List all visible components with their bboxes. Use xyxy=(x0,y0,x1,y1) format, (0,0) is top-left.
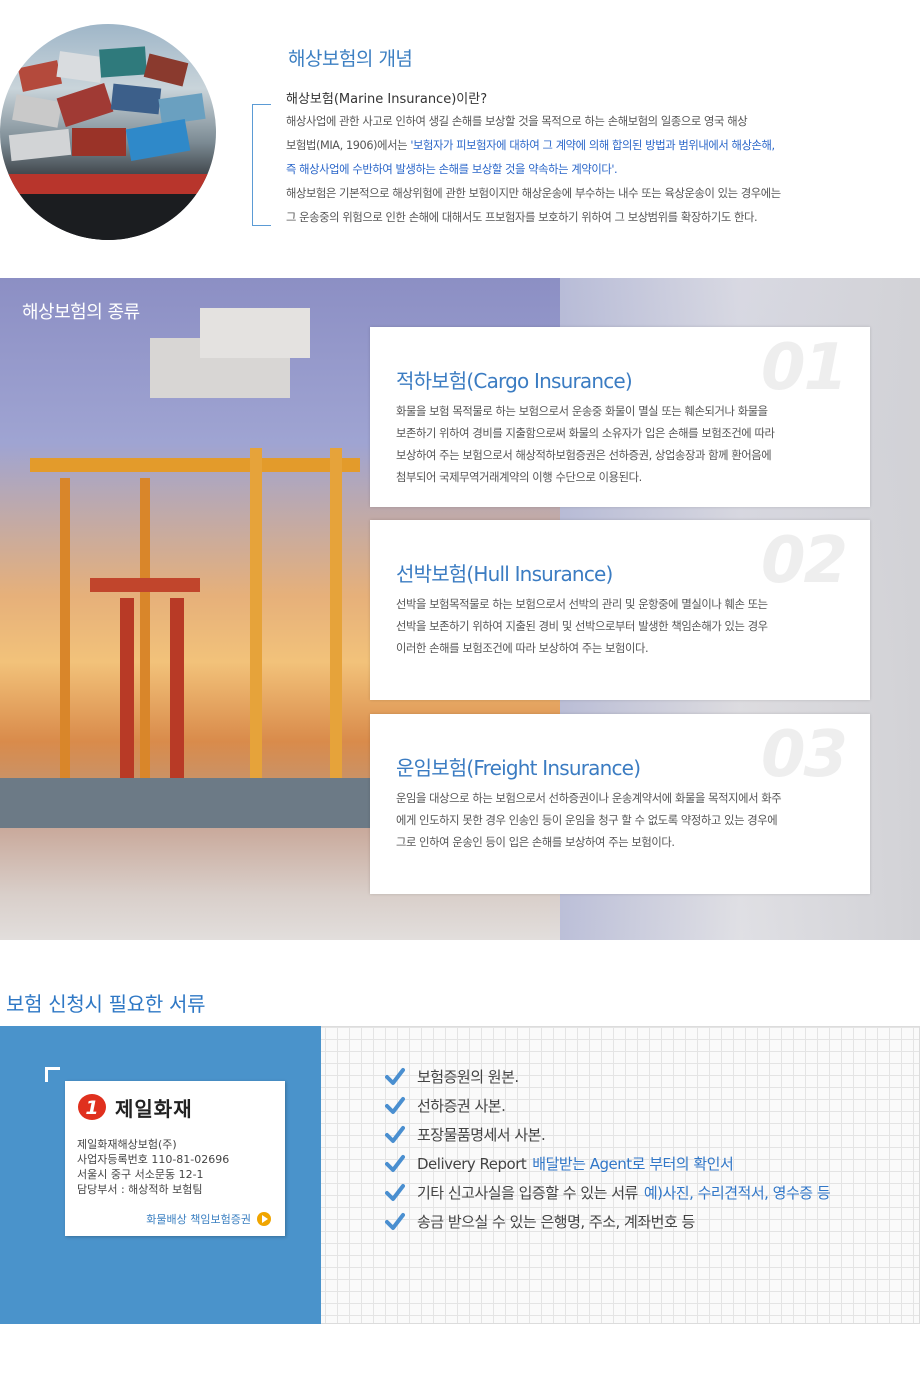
list-item: 기타 신고사실을 입증할 수 있는 서류 예)사진, 수리견적서, 영수증 등 xyxy=(385,1178,831,1207)
intro-section: 해상보험의 개념 해상보험(Marine Insurance)이란? 해상사업에… xyxy=(0,0,920,260)
card-title: 선박보험(Hull Insurance) xyxy=(396,562,613,586)
card-line: 선박을 보험목적물로 하는 보험으로서 선박의 관리 및 운항중에 멸실이나 훼… xyxy=(396,598,768,611)
list-item-text: 선하증권 사본. xyxy=(417,1097,506,1115)
card-title: 운임보험(Freight Insurance) xyxy=(396,756,641,780)
liability-certificate-label[interactable]: 화물배상 책임보험증권 xyxy=(146,1211,251,1227)
card-body: 화물을 보험 목적물로 하는 보험으로서 운송중 화물이 멸실 또는 훼손되거나… xyxy=(396,401,836,489)
intro-title: 해상보험의 개념 xyxy=(288,48,413,70)
bracket-decoration xyxy=(252,104,271,226)
company-info-line: 제일화재해상보험(주) xyxy=(77,1138,177,1151)
company-info: 제일화재해상보험(주) 사업자등록번호 110-81-02696 서울시 중구 … xyxy=(77,1137,229,1197)
card-body: 선박을 보험목적물로 하는 보험으로서 선박의 관리 및 운항중에 멸실이나 훼… xyxy=(396,594,836,660)
docs-title: 보험 신청시 필요한 서류 xyxy=(6,992,206,1016)
card-line: 운임을 대상으로 하는 보험으로서 선하증권이나 운송계약서에 화물을 목적지에… xyxy=(396,792,782,805)
list-item-note: 배달받는 Agent로 부터의 확인서 xyxy=(532,1155,734,1173)
list-item: Delivery Report 배달받는 Agent로 부터의 확인서 xyxy=(385,1149,830,1178)
checkmark-icon xyxy=(385,1096,405,1114)
card-line: 선박을 보존하기 위하여 지출된 경비 및 선박으로부터 발생한 책임손해가 있… xyxy=(396,620,768,633)
checkmark-icon xyxy=(385,1154,405,1172)
company-logo-text: 제일화재 xyxy=(115,1097,193,1121)
card-hull-insurance: 02 선박보험(Hull Insurance) 선박을 보험목적물로 하는 보험… xyxy=(370,520,870,700)
list-item: 보험증원의 원본. xyxy=(385,1062,830,1091)
intro-highlight: '보험자가 피보험자에 대하여 그 계약에 의해 합의된 방법과 범위내에서 해… xyxy=(410,139,775,152)
card-number: 02 xyxy=(760,524,848,598)
intro-line: 그 운송중의 위험으로 인한 손해에 대해서도 프보험자를 보호하기 위하여 그… xyxy=(286,211,758,224)
intro-highlight: 즉 해상사업에 수반하여 발생하는 손해를 보상할 것을 약속하는 계약이다'. xyxy=(286,163,618,176)
required-documents-list: 보험증원의 원본. 선하증권 사본. 포장물품명세서 사본. Delivery … xyxy=(385,1062,831,1236)
intro-body: 해상사업에 관한 사고로 인하여 생길 손해를 보상할 것을 목적으로 하는 손… xyxy=(286,110,856,230)
card-line: 첨부되어 국제무역거래계약의 이행 수단으로 이용된다. xyxy=(396,471,642,484)
list-item-text: 송금 받으실 수 있는 은행명, 주소, 계좌번호 등 xyxy=(417,1213,695,1231)
intro-line: 해상사업에 관한 사고로 인하여 생길 손해를 보상할 것을 목적으로 하는 손… xyxy=(286,115,748,128)
arrow-right-icon[interactable] xyxy=(257,1212,271,1226)
card-number: 01 xyxy=(760,331,848,405)
list-item-text: Delivery Report xyxy=(417,1154,527,1173)
company-info-line: 담당부서 : 해상적하 보험팀 xyxy=(77,1183,203,1196)
card-line: 이러한 손해를 보험조건에 따라 보상하여 주는 보험이다. xyxy=(396,642,649,655)
svg-text:1: 1 xyxy=(85,1097,98,1119)
list-item: 선하증권 사본. xyxy=(385,1091,830,1120)
card-line: 보존하기 위하여 경비를 지출함으로써 화물의 소유자가 입은 손해를 보험조건… xyxy=(396,427,775,440)
card-body: 운임을 대상으로 하는 보험으로서 선하증권이나 운송계약서에 화물을 목적지에… xyxy=(396,788,836,854)
card-freight-insurance: 03 운임보험(Freight Insurance) 운임을 대상으로 하는 보… xyxy=(370,714,870,894)
list-item-text: 기타 신고사실을 입증할 수 있는 서류 xyxy=(417,1184,638,1202)
company-info-line: 서울시 중구 서소문동 12-1 xyxy=(77,1168,204,1181)
list-item: 포장물품명세서 사본. xyxy=(385,1120,830,1149)
cargo-ship-photo xyxy=(0,24,216,240)
insurance-types-section: 해상보험의 종류 01 적하보험(Cargo Insurance) 화물을 보험… xyxy=(0,278,920,940)
card-line: 보상하여 주는 보험으로서 해상적하보험증권은 선하증권, 상업송장과 함께 환… xyxy=(396,449,772,462)
card-line: 그로 인하여 운송인 등이 입은 손해를 보상하여 주는 보험이다. xyxy=(396,836,675,849)
checkmark-icon xyxy=(385,1125,405,1143)
card-number: 03 xyxy=(760,718,848,792)
card-line: 화물을 보험 목적물로 하는 보험으로서 운송중 화물이 멸실 또는 훼손되거나… xyxy=(396,405,768,418)
checkmark-icon xyxy=(385,1183,405,1201)
intro-subtitle: 해상보험(Marine Insurance)이란? xyxy=(286,92,488,107)
corner-decoration xyxy=(45,1067,60,1082)
list-item-note: 예)사진, 수리견적서, 영수증 등 xyxy=(643,1184,831,1202)
intro-line: 해상보험은 기본적으로 해상위험에 관한 보험이지만 해상운송에 부수하는 내수… xyxy=(286,187,781,200)
company-logo-icon: 1 xyxy=(78,1094,106,1120)
liability-certificate-link[interactable]: 화물배상 책임보험증권 xyxy=(146,1211,271,1227)
card-title: 적하보험(Cargo Insurance) xyxy=(396,369,633,393)
list-item-text: 포장물품명세서 사본. xyxy=(417,1126,546,1144)
checkmark-icon xyxy=(385,1067,405,1085)
card-cargo-insurance: 01 적하보험(Cargo Insurance) 화물을 보험 목적물로 하는 … xyxy=(370,327,870,507)
company-info-line: 사업자등록번호 110-81-02696 xyxy=(77,1153,230,1166)
types-title: 해상보험의 종류 xyxy=(22,302,140,323)
list-item-text: 보험증원의 원본. xyxy=(417,1068,519,1086)
intro-line-text: 보험법(MIA, 1906)에서는 xyxy=(286,139,411,152)
list-item: 송금 받으실 수 있는 은행명, 주소, 계좌번호 등 xyxy=(385,1207,830,1236)
company-card: 1 제일화재 제일화재해상보험(주) 사업자등록번호 110-81-02696 … xyxy=(65,1081,285,1236)
checkmark-icon xyxy=(385,1212,405,1230)
card-line: 에게 인도하지 못한 경우 인송인 등이 운임을 청구 할 수 없도록 약정하고… xyxy=(396,814,778,827)
intro-line: 보험법(MIA, 1906)에서는 '보험자가 피보험자에 대하여 그 계약에 … xyxy=(286,134,856,158)
